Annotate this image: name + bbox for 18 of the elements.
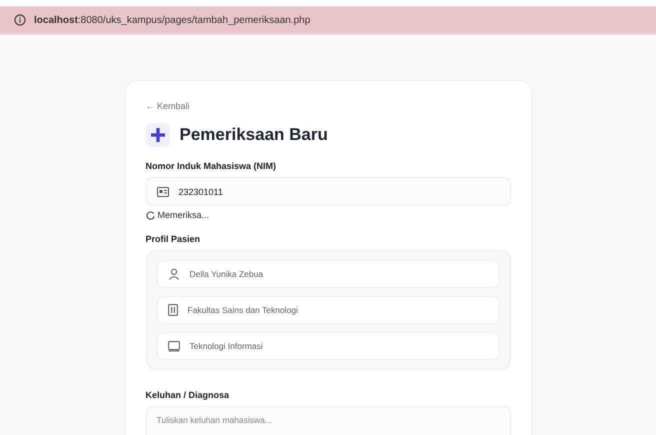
- complaint-field[interactable]: Tuliskan keluhan mahasiswa...: [146, 406, 510, 435]
- address-bar[interactable]: localhost:8080/uks_kampus/pages/tambah_pemeriksaan.php: [0, 6, 656, 35]
- field-label: Nomor Induk Mahasiswa (NIM): [146, 161, 278, 171]
- person-icon: [168, 268, 180, 280]
- field-label: Keluhan / Diagnosa: [146, 390, 230, 400]
- info-icon[interactable]: [14, 14, 26, 26]
- profile-field: Fakultas Sains dan Teknologi: [156, 296, 500, 324]
- section-label: Profil Pasien: [146, 234, 202, 244]
- profile-field: Teknologi Informasi: [156, 332, 500, 360]
- page-title: Pemeriksaan Baru: [180, 125, 328, 145]
- loading-spinner-icon: [146, 210, 154, 220]
- plus-icon: [146, 123, 170, 147]
- nim-field[interactable]: 232301011: [146, 177, 510, 206]
- status-text: Memeriksa...: [158, 210, 210, 220]
- back-link[interactable]: ← Kembali: [146, 101, 510, 111]
- profile-field: Della Yunika Zebua: [156, 260, 500, 288]
- id-card-icon: [156, 186, 168, 196]
- url-text: localhost:8080/uks_kampus/pages/tambah_pemeriksaan.php: [34, 14, 310, 26]
